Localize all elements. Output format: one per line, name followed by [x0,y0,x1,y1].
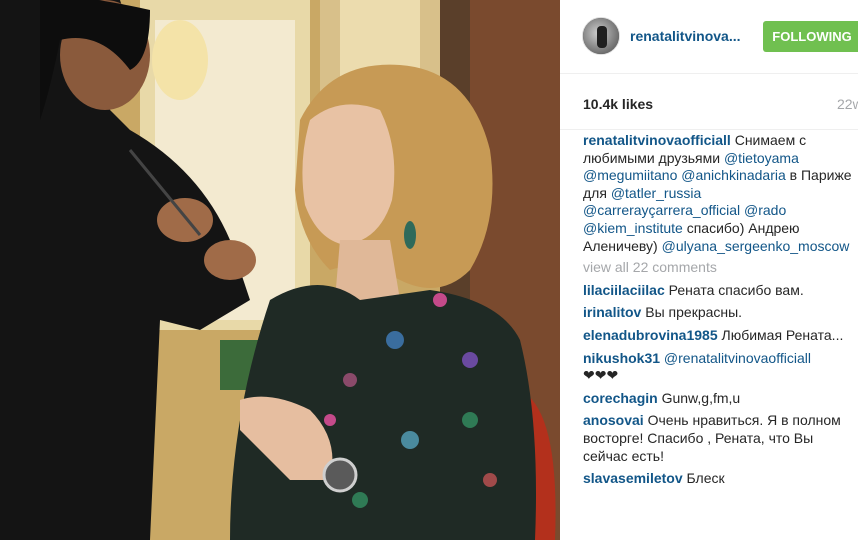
instagram-post: renatalitvinova... FOLLOWING 10.4k likes… [0,0,858,540]
comment-item: nikushok31 @renatalitvinovaofficiall ❤❤❤ [583,350,853,385]
comment-username[interactable]: slavasemiletov [583,470,683,486]
caption-username[interactable]: renatalitvinovaofficiall [583,132,731,148]
comment-item: lilaciilaciilac Рената спасибо вам. [583,282,853,300]
caption-mention[interactable]: @carrerayçarrera_official [583,202,740,218]
comment-mention[interactable]: @renatalitvinovaofficiall [660,350,811,366]
caption-mention[interactable]: @tietoyama [724,150,799,166]
comment-text: Блеск [682,470,725,487]
likes-row: 10.4k likes 22w [560,74,858,130]
comment-item: corechagin Gunw,g,fm,u [583,390,853,408]
post-sidebar: renatalitvinova... FOLLOWING 10.4k likes… [560,0,858,540]
view-all-comments-link[interactable]: view all 22 comments [583,259,853,277]
caption-mention[interactable]: @kiem_institute [583,220,683,236]
likes-count[interactable]: 10.4k likes [583,96,653,112]
comment-item: elenadubrovina1985 Любимая Рената... [583,327,853,345]
comment-text: Любимая Рената... [717,326,844,343]
caption-mention[interactable]: @tatler_russia [611,185,701,201]
caption-mention[interactable]: @megumiitano [583,167,677,183]
comment-username[interactable]: elenadubrovina1985 [583,327,718,343]
post-time[interactable]: 22w [837,96,858,112]
post-username[interactable]: renatalitvinova... [630,28,750,44]
caption-mention[interactable]: @rado [744,202,786,218]
comment-username[interactable]: nikushok31 [583,350,660,366]
post-caption: renatalitvinovaofficiall Снимаем с любим… [583,132,853,255]
comment-text: Вы прекрасны. [641,304,743,321]
post-header: renatalitvinova... FOLLOWING [560,0,858,74]
avatar-figure [597,26,607,48]
comments-list: renatalitvinovaofficiall Снимаем с любим… [583,132,853,493]
following-button[interactable]: FOLLOWING [763,21,858,52]
comment-username[interactable]: anosovai [583,412,644,428]
post-photo[interactable] [0,0,560,540]
caption-mention[interactable]: @ulyana_sergeenko_moscow [662,238,850,254]
comment-username[interactable]: lilaciilaciilac [583,282,665,298]
comment-item: anosovai Очень нравиться. Я в полном вос… [583,412,853,465]
comment-username[interactable]: irinalitov [583,304,641,320]
comment-username[interactable]: corechagin [583,390,658,406]
comment-text: Gunw,g,fm,u [657,389,741,406]
avatar[interactable] [582,17,620,55]
comment-hearts: ❤❤❤ [583,367,619,384]
comment-item: slavasemiletov Блеск [583,470,853,488]
photo-illustration [0,0,560,540]
comment-item: irinalitov Вы прекрасны. [583,304,853,322]
comment-text: Рената спасибо вам. [664,281,804,298]
caption-mention[interactable]: @anichkinadaria [681,167,786,183]
